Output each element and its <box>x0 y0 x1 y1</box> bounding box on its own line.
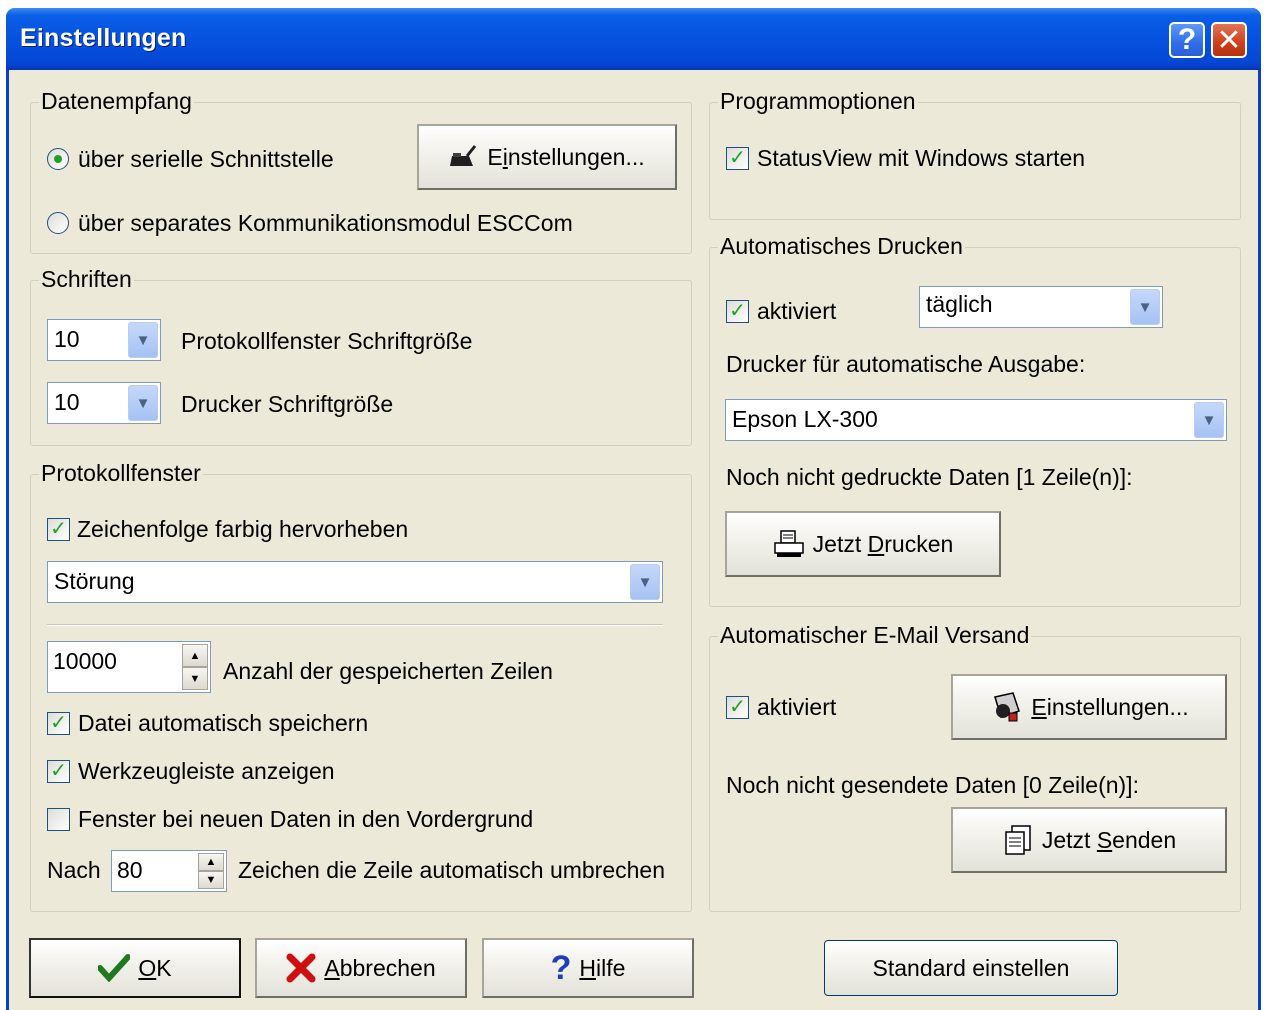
question-icon: ? <box>550 949 572 987</box>
drucker-font-size-value: 10 <box>54 389 80 415</box>
send-now-label: Jetzt Senden <box>1041 826 1177 853</box>
start-with-windows-label[interactable]: StatusView mit Windows starten <box>757 145 1085 172</box>
checkmark-icon <box>98 954 131 982</box>
legend-protokollfenster: Protokollfenster <box>39 460 203 486</box>
lines-spinner[interactable]: 10000 ▲ ▼ <box>47 641 211 693</box>
radio-module-label[interactable]: über separates Kommunikationsmodul ESCCo… <box>78 210 573 237</box>
chevron-down-icon[interactable]: ▼ <box>128 322 158 358</box>
lines-value: 10000 <box>53 648 117 674</box>
protokoll-font-size-value: 10 <box>54 326 80 352</box>
spin-down-icon[interactable]: ▼ <box>198 871 224 889</box>
title-bar[interactable]: Einstellungen ? ✕ <box>6 8 1261 70</box>
wrap-value: 80 <box>117 857 143 883</box>
plug-icon <box>450 145 477 166</box>
print-now-button[interactable]: Jetzt Drucken <box>725 511 1001 577</box>
close-button[interactable]: ✕ <box>1211 22 1247 58</box>
wrap-suffix-label: Zeichen die Zeile automatisch umbrechen <box>238 857 666 883</box>
foreground-label[interactable]: Fenster bei neuen Daten in den Vordergru… <box>78 806 533 833</box>
foreground-checkbox[interactable] <box>47 808 70 831</box>
defaults-button[interactable]: Standard einstellen <box>824 940 1118 996</box>
lines-label: Anzahl der gespeicherten Zeilen <box>223 658 553 684</box>
highlight-label[interactable]: Zeichenfolge farbig hervorheben <box>77 516 408 543</box>
wrap-prefix-label: Nach <box>47 857 101 883</box>
chevron-down-icon[interactable]: ▼ <box>128 385 158 421</box>
divider <box>47 624 663 626</box>
serial-settings-button[interactable]: Einstellungen... <box>417 124 677 190</box>
printer-select[interactable]: Epson LX-300 ▼ <box>725 399 1227 441</box>
highlight-value: Störung <box>54 568 135 594</box>
wrap-spinner[interactable]: 80 ▲ ▼ <box>111 850 227 892</box>
help-label: Hilfe <box>579 954 626 981</box>
email-active-checkbox[interactable]: ✓ <box>726 696 749 719</box>
chevron-down-icon[interactable]: ▼ <box>1194 402 1224 438</box>
printer-icon <box>773 530 804 557</box>
print-interval-value: täglich <box>926 291 993 317</box>
ok-button[interactable]: OK <box>29 938 241 998</box>
toolbar-checkbox[interactable]: ✓ <box>47 760 70 783</box>
start-with-windows-checkbox[interactable]: ✓ <box>726 147 749 170</box>
radio-serial[interactable] <box>47 148 69 170</box>
radio-serial-label[interactable]: über serielle Schnittstelle <box>78 146 334 173</box>
legend-datenempfang: Datenempfang <box>39 88 194 114</box>
dialog-client: Datenempfang über serielle Schnittstelle… <box>9 70 1258 1010</box>
email-settings-button[interactable]: Einstellungen... <box>951 674 1227 740</box>
legend-email: Automatischer E-Mail Versand <box>718 622 1032 648</box>
print-active-checkbox[interactable]: ✓ <box>726 300 749 323</box>
help-button[interactable]: ? Hilfe <box>482 938 694 998</box>
drucker-font-size-select[interactable]: 10 ▼ <box>47 382 161 424</box>
mail-settings-icon <box>994 692 1021 722</box>
protokoll-font-size-select[interactable]: 10 ▼ <box>47 319 161 361</box>
email-settings-label: Einstellungen... <box>1031 693 1189 720</box>
autosave-checkbox[interactable]: ✓ <box>47 712 70 735</box>
email-pending-label: Noch nicht gesendete Daten [0 Zeile(n)]: <box>726 772 1139 798</box>
spin-down-icon[interactable]: ▼ <box>182 667 208 690</box>
legend-schriften: Schriften <box>39 266 134 292</box>
print-now-label: Jetzt Drucken <box>812 530 954 557</box>
cancel-button[interactable]: Abbrechen <box>255 938 467 998</box>
printer-label: Drucker für automatische Ausgabe: <box>726 351 1086 377</box>
print-active-label[interactable]: aktiviert <box>757 298 836 325</box>
print-interval-select[interactable]: täglich ▼ <box>919 286 1163 328</box>
spin-up-icon[interactable]: ▲ <box>198 853 224 871</box>
protokoll-font-size-label: Protokollfenster Schriftgröße <box>181 328 473 354</box>
email-active-label[interactable]: aktiviert <box>757 694 836 721</box>
ok-label: OK <box>138 954 172 981</box>
toolbar-label[interactable]: Werkzeugleiste anzeigen <box>78 758 335 785</box>
drucker-font-size-label: Drucker Schriftgröße <box>181 391 394 417</box>
cross-icon <box>286 953 316 983</box>
chevron-down-icon[interactable]: ▼ <box>1130 289 1160 325</box>
autosave-label[interactable]: Datei automatisch speichern <box>78 710 368 737</box>
legend-programmoptionen: Programmoptionen <box>718 88 918 114</box>
help-title-button[interactable]: ? <box>1169 22 1205 58</box>
legend-drucken: Automatisches Drucken <box>718 233 965 259</box>
cancel-label: Abbrechen <box>324 954 436 981</box>
serial-settings-label: Einstellungen... <box>487 143 645 170</box>
highlight-checkbox[interactable]: ✓ <box>47 518 70 541</box>
spinner-buttons[interactable]: ▲ ▼ <box>198 853 224 889</box>
radio-module[interactable] <box>47 212 69 234</box>
send-document-icon <box>1005 825 1031 855</box>
chevron-down-icon[interactable]: ▼ <box>630 564 660 600</box>
print-pending-label: Noch nicht gedruckte Daten [1 Zeile(n)]: <box>726 464 1133 490</box>
printer-value: Epson LX-300 <box>732 406 878 432</box>
highlight-select[interactable]: Störung ▼ <box>47 561 663 603</box>
send-now-button[interactable]: Jetzt Senden <box>951 807 1227 873</box>
spinner-buttons[interactable]: ▲ ▼ <box>182 644 208 690</box>
window-title: Einstellungen <box>20 24 187 52</box>
spin-up-icon[interactable]: ▲ <box>182 644 208 667</box>
settings-dialog: Einstellungen ? ✕ Datenempfang über seri… <box>6 8 1261 1010</box>
